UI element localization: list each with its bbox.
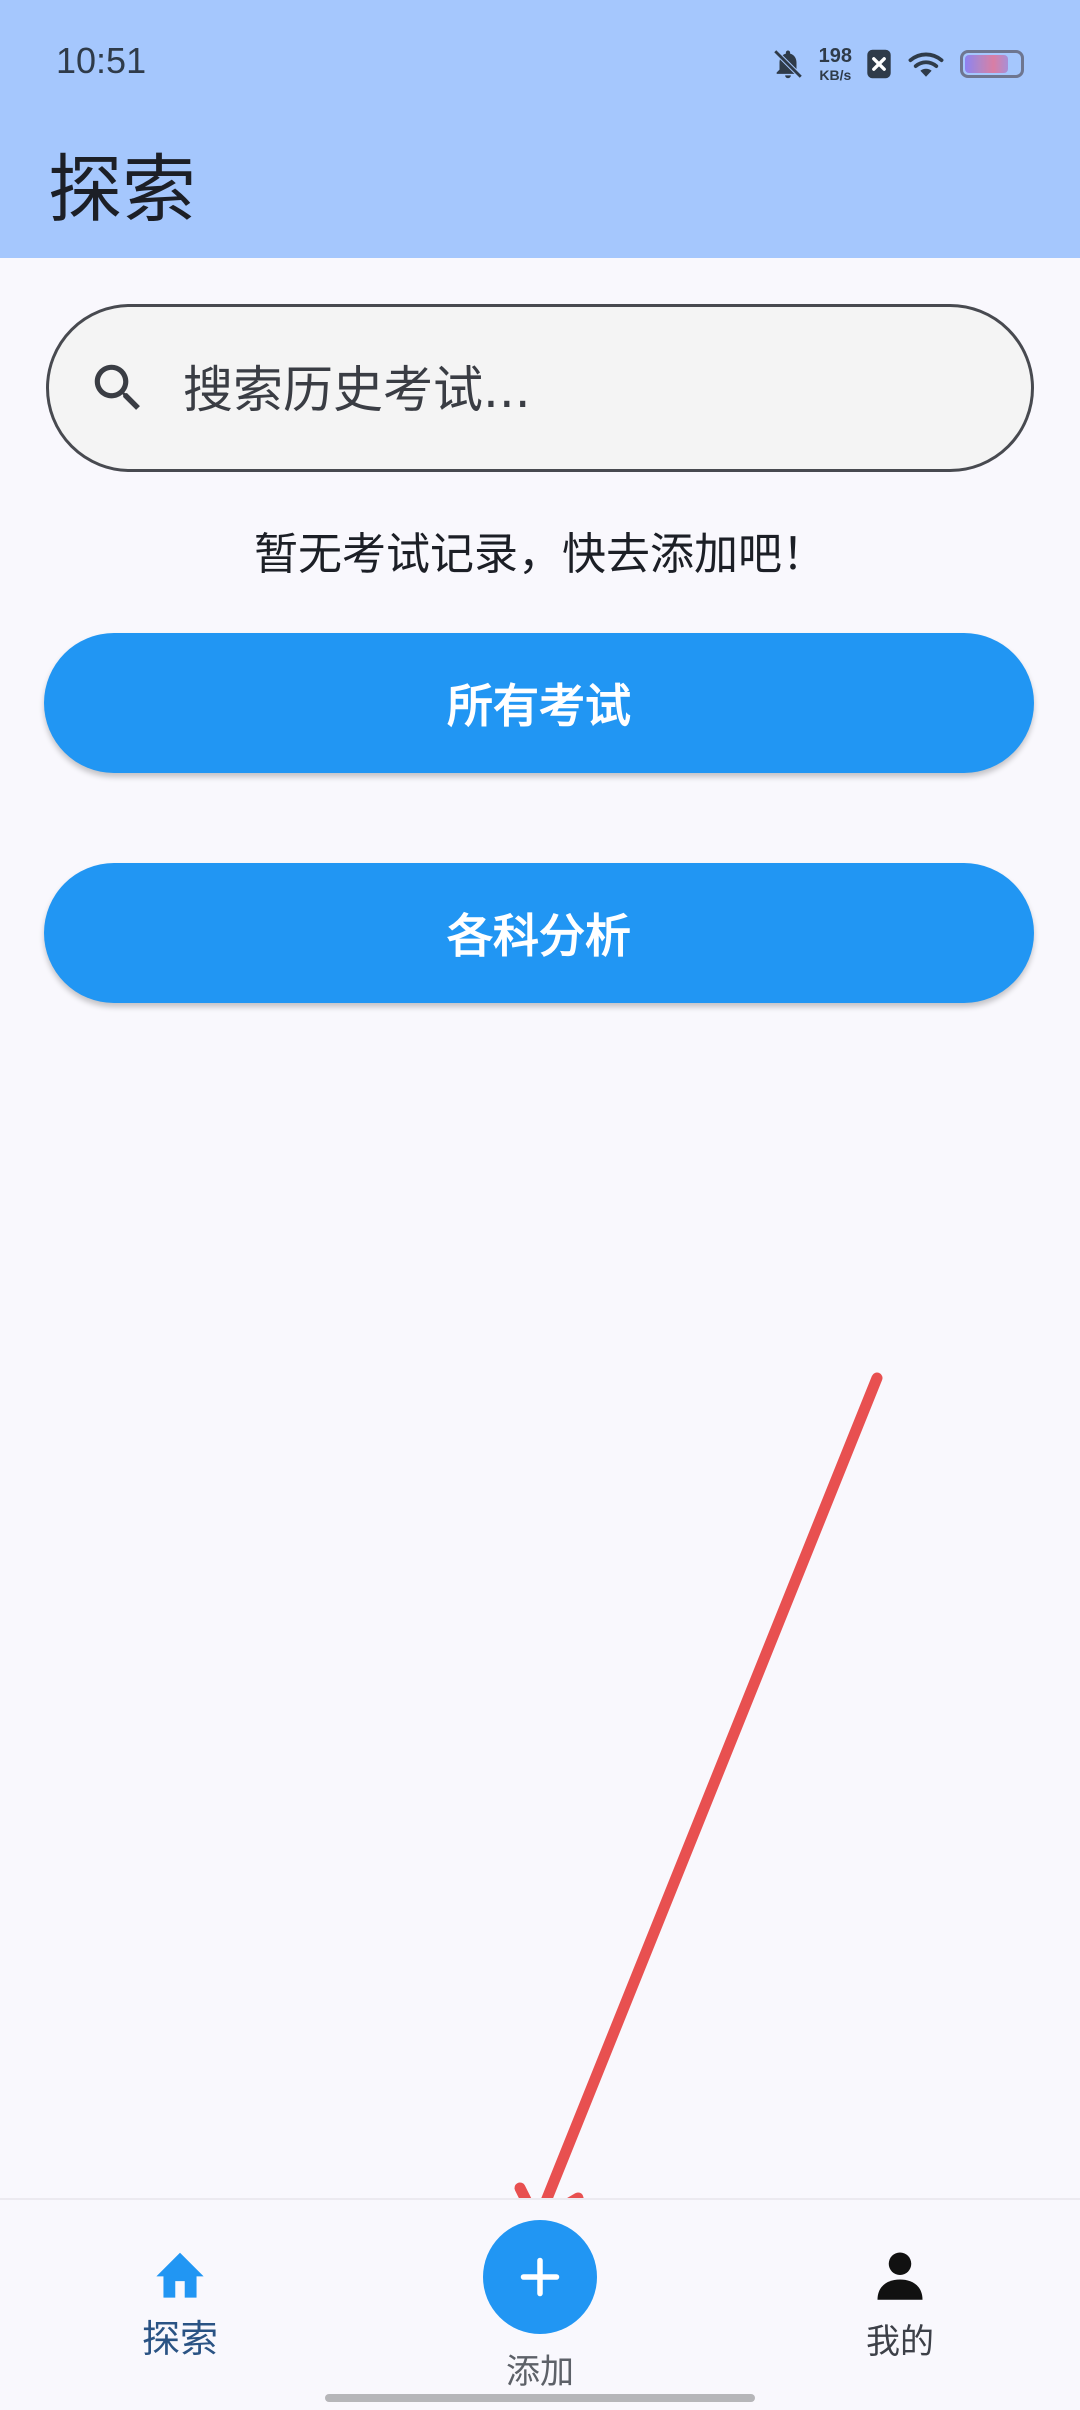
- subject-analysis-button[interactable]: 各科分析: [44, 863, 1034, 1003]
- status-icons: 198 KB/s: [771, 42, 1024, 86]
- all-exams-button[interactable]: 所有考试: [44, 633, 1034, 773]
- plus-icon: [520, 2257, 560, 2297]
- add-fab-button[interactable]: [483, 2220, 597, 2334]
- status-time: 10:51: [56, 40, 147, 81]
- search-icon: [94, 364, 140, 410]
- home-indicator: [325, 2394, 755, 2402]
- person-icon: [877, 2252, 923, 2300]
- nav-item-me[interactable]: 我的: [800, 2248, 1000, 2363]
- app-bar: 探索: [0, 130, 1080, 258]
- network-speed-value: 198: [818, 45, 852, 67]
- nav-item-label: 添加: [506, 2352, 574, 2392]
- bottom-navigation: 探索 添加 我的: [0, 2198, 1080, 2410]
- home-icon: [156, 2252, 204, 2298]
- nav-item-label: 探索: [141, 2317, 218, 2361]
- wifi-icon: [908, 52, 944, 77]
- nav-item-add[interactable]: 添加: [440, 2220, 640, 2393]
- search-input[interactable]: [181, 337, 1005, 443]
- search-box[interactable]: [46, 304, 1034, 472]
- nav-item-explore[interactable]: 探索: [80, 2248, 280, 2363]
- bell-off-icon: [773, 49, 803, 79]
- network-speed: 198 KB/s: [819, 46, 852, 82]
- battery-icon: [960, 50, 1024, 78]
- network-speed-unit: KB/s: [819, 67, 852, 83]
- sim-x-icon: [867, 49, 891, 79]
- page-title: 探索: [48, 147, 196, 233]
- nav-item-label: 我的: [866, 2322, 934, 2362]
- empty-state-message: 暂无考试记录，快去添加吧！: [254, 529, 826, 580]
- status-bar: 10:51 198 KB/s: [0, 0, 1080, 130]
- battery-fill: [965, 55, 1009, 73]
